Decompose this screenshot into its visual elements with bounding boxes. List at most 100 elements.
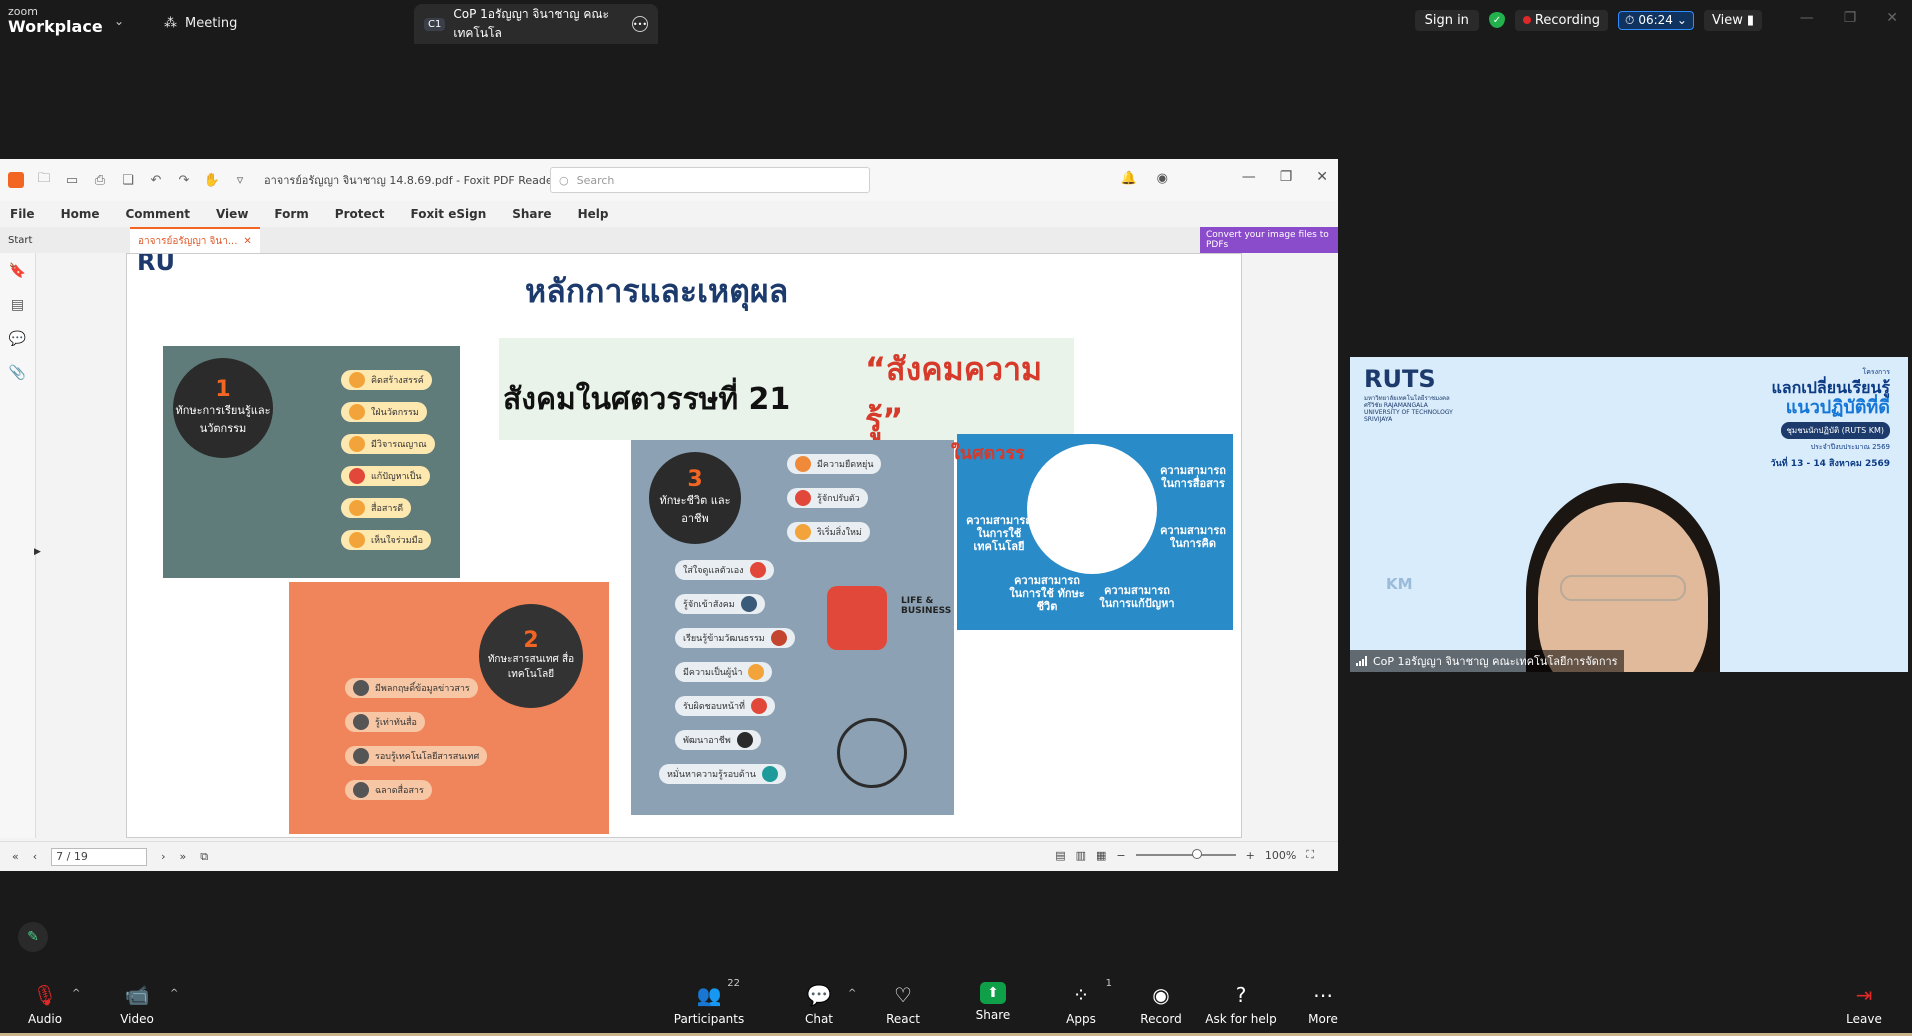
zoom-workplace-logo[interactable]: zoom Workplace [8, 6, 118, 38]
lamp-icon [349, 372, 365, 388]
recording-indicator[interactable]: Recording [1514, 9, 1608, 31]
menu-form[interactable]: Form [274, 207, 308, 221]
block3-item: ใส่ใจดูแลตัวเอง [675, 560, 774, 580]
undo-icon[interactable]: ↶ [148, 172, 164, 188]
help-icon: ? [1235, 983, 1247, 1007]
chat-button[interactable]: 💬 Chat [779, 982, 859, 1026]
foxit-close-icon[interactable]: ✕ [1316, 169, 1328, 185]
tab-document[interactable]: อาจารย์อรัญญา จินา... ✕ [130, 227, 260, 253]
continuous-view-icon[interactable]: ▥ [1076, 849, 1086, 862]
foxit-document-tabs: Start อาจารย์อรัญญา จินา... ✕ Convert yo… [0, 227, 1338, 253]
participants-count: 22 [727, 978, 740, 989]
customize-chevron-icon[interactable]: ▿ [232, 172, 248, 188]
security-shield-icon[interactable]: ✓ [1488, 12, 1505, 28]
single-page-icon[interactable]: ▤ [1055, 849, 1065, 862]
redo-icon[interactable]: ↷ [176, 172, 192, 188]
competency-label: ความสามารถ ในการใช้ เทคโนโลยี [966, 514, 1032, 553]
life-business-label: LIFE & BUSINESS [901, 596, 952, 616]
audio-options-caret-icon[interactable]: ^ [72, 988, 80, 999]
foxit-minimize-icon[interactable]: — [1242, 169, 1256, 185]
annotate-pen-icon[interactable]: ✎ [18, 922, 48, 952]
first-page-icon[interactable]: « [12, 850, 19, 863]
menu-view[interactable]: View [216, 207, 248, 221]
maximize-icon[interactable]: ❐ [1844, 10, 1857, 26]
more-options-icon[interactable]: ••• [632, 16, 648, 32]
participant-video-tile[interactable]: RUTS มหาวิทยาลัยเทคโนโลยีราชมงคลศรีวิชัย… [1350, 357, 1908, 672]
block2-item: รอบรู้เทคโนโลยีสารสนเทศ [345, 746, 488, 766]
menu-foxit-esign[interactable]: Foxit eSign [410, 207, 486, 221]
share-button[interactable]: ⬆ Share [953, 982, 1033, 1022]
video-label: Video [120, 1012, 154, 1026]
tab-close-icon[interactable]: ✕ [243, 236, 251, 247]
foxit-window-controls: — ❐ ✕ [1242, 169, 1328, 185]
facing-view-icon[interactable]: ▦ [1096, 849, 1106, 862]
zoom-slider-knob[interactable] [1191, 849, 1202, 859]
account-icon[interactable]: ◉ [1157, 171, 1168, 186]
pages-icon[interactable]: ▤ [11, 297, 24, 313]
meeting-timer[interactable]: ⏱ 06:24 ⌄ [1617, 10, 1694, 30]
tab-document-label: อาจารย์อรัญญา จินา... [138, 235, 238, 247]
convert-images-banner[interactable]: Convert your image files to PDFs [1200, 227, 1338, 253]
event-pill: ชุมชนนักปฏิบัติ (RUTS KM) [1780, 422, 1890, 439]
ask-for-help-label: Ask for help [1205, 1012, 1277, 1026]
record-button[interactable]: ◉ Record [1121, 982, 1201, 1026]
meeting-tab[interactable]: ⁂ Meeting [164, 12, 237, 34]
react-button[interactable]: ♡ React [863, 982, 943, 1026]
menu-share[interactable]: Share [512, 207, 551, 221]
top-right-controls: Sign in ✓ Recording ⏱ 06:24 ⌄ View ▮ [1414, 8, 1762, 32]
copy-icon[interactable]: ❏ [120, 172, 136, 188]
menu-home[interactable]: Home [61, 207, 100, 221]
event-date: วันที่ 13 - 14 สิงหาคม 2569 [1770, 459, 1890, 469]
meeting-icon: ⁂ [164, 15, 177, 31]
next-page-icon[interactable]: › [161, 850, 165, 863]
block3-item-label: รับผิดชอบหน้าที่ [683, 702, 745, 712]
page-number-input[interactable]: 7 / 19 [51, 847, 148, 866]
block3-top-item-label: มีความยืดหยุ่น [817, 460, 874, 470]
zoom-out-icon[interactable]: − [1116, 849, 1125, 862]
expand-panel-icon[interactable]: ▶ [34, 547, 41, 557]
search-input[interactable]: ○ Search [550, 167, 870, 193]
participants-button[interactable]: 👥 22 Participants [669, 978, 749, 1026]
prev-page-icon[interactable]: ‹ [33, 850, 37, 863]
fullscreen-icon[interactable]: ⛶ [1306, 848, 1314, 862]
sign-in-button[interactable]: Sign in [1414, 9, 1479, 31]
menu-protect[interactable]: Protect [335, 207, 385, 221]
foxit-restore-icon[interactable]: ❐ [1280, 169, 1293, 185]
ask-for-help-button[interactable]: ? Ask for help [1201, 982, 1281, 1026]
zoom-level[interactable]: 100% [1265, 849, 1296, 862]
block3-item: มีความเป็นผู้นำ [675, 662, 773, 682]
save-icon[interactable]: ▭ [64, 172, 80, 188]
block2-item-label: รู้เท่าทันสื่อ [375, 718, 417, 728]
block3-item-label: พัฒนาอาชีพ [683, 736, 731, 746]
print-icon[interactable]: ⎙ [92, 172, 108, 188]
video-options-caret-icon[interactable]: ^ [170, 988, 178, 999]
chat-options-caret-icon[interactable]: ^ [848, 988, 856, 999]
open-folder-icon[interactable]: 🗀 [36, 171, 52, 188]
leader-icon [748, 664, 765, 680]
bookmark-icon[interactable]: 🔖 [9, 263, 26, 279]
active-meeting-tab[interactable]: C1 CoP 1อรัญญา จินาชาญ คณะเทคโนโล ••• [414, 4, 658, 44]
close-icon[interactable]: ✕ [1886, 10, 1898, 26]
continuous-page-icon[interactable]: ⧉ [200, 850, 208, 864]
foxit-logo-icon [8, 172, 24, 188]
menu-file[interactable]: File [10, 207, 35, 221]
attachment-icon[interactable]: 📎 [9, 365, 26, 381]
menu-comment[interactable]: Comment [126, 207, 190, 221]
tab-start[interactable]: Start [0, 235, 130, 246]
video-button[interactable]: 📹 Video [97, 982, 177, 1026]
zoom-slider[interactable] [1135, 849, 1236, 859]
more-button[interactable]: ⋯ More [1283, 982, 1363, 1026]
bell-icon[interactable]: 🔔 [1120, 171, 1136, 186]
hand-tool-icon[interactable]: ✋ [204, 172, 220, 188]
leave-button[interactable]: ⇥ Leave [1824, 982, 1904, 1026]
apps-button[interactable]: ⁘ 1 Apps [1041, 978, 1121, 1026]
menu-help[interactable]: Help [578, 207, 609, 221]
participants-label: Participants [673, 1012, 745, 1026]
chevron-down-icon[interactable]: ⌄ [114, 14, 128, 28]
minimize-icon[interactable]: — [1800, 10, 1814, 26]
zoom-in-icon[interactable]: + [1246, 849, 1255, 862]
comments-icon[interactable]: 💬 [9, 331, 26, 347]
last-page-icon[interactable]: » [180, 850, 187, 863]
view-button[interactable]: View ▮ [1703, 9, 1762, 31]
vertical-scrollbar[interactable] [1322, 253, 1338, 838]
